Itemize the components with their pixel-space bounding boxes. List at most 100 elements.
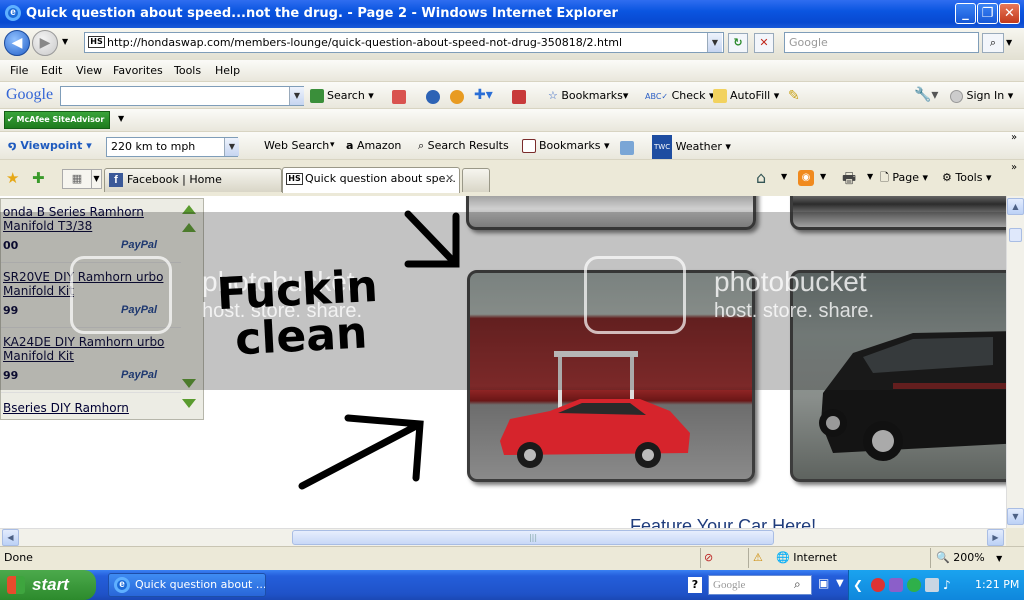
add-button-icon[interactable]: ✚▾ — [474, 87, 493, 103]
menu-favorites[interactable]: Favorites — [113, 60, 163, 82]
protected-mode-icon[interactable]: ⚠ — [753, 547, 763, 569]
tools-menu-button[interactable]: ⚙ Tools ▾ — [942, 167, 992, 189]
vertical-scrollbar[interactable]: ▲ ▼ — [1006, 196, 1024, 528]
menu-file[interactable]: File — [10, 60, 28, 82]
scroll-left-button[interactable]: ◀ — [2, 529, 19, 546]
highlighter-icon[interactable]: ✎ — [788, 88, 800, 104]
scroll-up-button[interactable]: ▲ — [1007, 198, 1024, 215]
search-results-button[interactable]: ⌕ Search Results — [418, 135, 509, 157]
autofill-button[interactable]: AutoFill ▾ — [713, 85, 779, 107]
back-button[interactable]: ◀ — [4, 30, 30, 56]
home-icon[interactable]: ⌂ — [756, 168, 766, 187]
popup-blocker-icon[interactable] — [512, 90, 526, 104]
wrench-icon[interactable]: 🔧▾ — [914, 87, 938, 103]
status-text: Done — [4, 551, 33, 564]
viewpoint-field-dropdown-icon[interactable]: ▼ — [224, 138, 239, 156]
horizontal-scrollbar[interactable]: ◀ ||| ▶ — [0, 528, 1006, 546]
google-logo[interactable]: Google — [6, 86, 53, 104]
add-favorites-icon[interactable]: ✚ — [32, 169, 45, 187]
spell-check-button[interactable]: ABC✓ Check ▾ — [645, 85, 714, 108]
menu-help[interactable]: Help — [215, 60, 240, 82]
viewpoint-logo[interactable]: ໑ Viewpoint ▾ — [8, 135, 92, 157]
clock[interactable]: 1:21 PM — [975, 570, 1019, 600]
taskbar-menu-icon[interactable]: ▣ — [818, 576, 829, 590]
google-field-dropdown-icon[interactable]: ▼ — [289, 87, 304, 105]
zoom-control[interactable]: 🔍 200% ▼ — [936, 547, 1002, 570]
google-search-field[interactable] — [60, 86, 304, 106]
popup-blocked-icon[interactable]: ⊘ — [704, 547, 713, 569]
tray-monitor-icon[interactable] — [925, 578, 939, 592]
history-dropdown-icon[interactable]: ▼ — [62, 37, 68, 46]
feeds-dropdown-icon[interactable]: ▼ — [820, 172, 826, 181]
start-button[interactable]: start — [0, 570, 96, 600]
photobucket-watermark: photobucket host. store. share. — [714, 266, 874, 323]
tab-list-dropdown-icon[interactable]: ▼ — [91, 169, 102, 189]
product-link[interactable]: Bseries DIY Ramhorn — [3, 401, 173, 415]
command-overflow-icon[interactable]: » — [1011, 162, 1017, 173]
print-icon[interactable]: 🖶 — [842, 168, 856, 193]
viewpoint-search-input[interactable]: 220 km to mph — [106, 137, 238, 157]
news-icon[interactable] — [392, 90, 406, 104]
tab-facebook[interactable]: f Facebook | Home — [104, 168, 282, 192]
taskbar-options-icon[interactable]: ▼ — [836, 578, 844, 589]
scroll-down-button[interactable]: ▼ — [1007, 508, 1024, 525]
help-icon[interactable]: ? — [688, 577, 702, 593]
close-tab-icon[interactable]: ✕ — [445, 168, 454, 190]
zoom-dropdown-icon[interactable]: ▼ — [996, 554, 1002, 563]
viewpoint-toolbar: ໑ Viewpoint ▾ 220 km to mph ▼ Web Search… — [0, 132, 1024, 160]
google-bookmarks-button[interactable]: ☆ Bookmarks▾ — [548, 85, 628, 107]
web-search-dropdown-icon[interactable]: ▾ — [330, 140, 335, 150]
tray-antivirus-icon[interactable] — [871, 578, 885, 592]
menu-tools[interactable]: Tools — [174, 60, 201, 82]
url-field[interactable]: HS http://hondaswap.com/members-lounge/q… — [84, 32, 724, 53]
picasa-icon[interactable] — [450, 90, 464, 104]
rss-feeds-icon[interactable]: ◉ — [798, 170, 814, 186]
tray-volume-icon[interactable]: ♪ — [943, 570, 951, 600]
browser-search-input[interactable]: Google — [784, 32, 979, 53]
taskbar-ie-window-button[interactable]: e Quick question about ... — [108, 573, 266, 597]
mcafee-siteadvisor-button[interactable]: ✔ McAfee SiteAdvisor — [4, 111, 110, 129]
new-tab-button[interactable] — [462, 168, 490, 192]
viewpoint-bookmarks-button[interactable]: Bookmarks ▾ — [522, 135, 610, 157]
tab-quick-question[interactable]: HS Quick question about spe... ✕ — [282, 167, 460, 193]
globe-icon[interactable] — [426, 90, 440, 104]
url-dropdown-icon[interactable]: ▼ — [707, 33, 722, 52]
search-options-icon[interactable]: ▼ — [1006, 38, 1012, 47]
print-dropdown-icon[interactable]: ▼ — [867, 172, 873, 181]
tray-app-icon[interactable] — [889, 578, 903, 592]
vertical-scroll-thumb[interactable] — [1009, 228, 1022, 242]
globe-zone-icon: 🌐 — [776, 551, 790, 564]
toolbar-overflow-icon[interactable]: » — [1011, 132, 1017, 143]
search-magnifier-icon[interactable]: ⌕ — [982, 33, 1004, 53]
horizontal-scroll-thumb[interactable]: ||| — [292, 530, 774, 545]
home-dropdown-icon[interactable]: ▼ — [781, 172, 787, 181]
menu-view[interactable]: View — [76, 60, 102, 82]
web-search-button[interactable]: Web Search — [264, 135, 329, 157]
close-button[interactable]: ✕ — [999, 3, 1020, 24]
mcafee-dropdown-icon[interactable]: ▼ — [118, 114, 124, 123]
scroll-down-arrow-icon[interactable] — [182, 399, 196, 408]
search-results-label: Search Results — [427, 139, 509, 152]
highlight-tool-icon[interactable] — [620, 141, 634, 155]
feature-your-car-link[interactable]: Feature Your Car Here! — [630, 516, 816, 528]
weather-button[interactable]: TWC Weather ▾ — [652, 135, 731, 159]
forward-button[interactable]: ▶ — [32, 30, 58, 56]
amazon-button[interactable]: a Amazon — [346, 135, 401, 157]
menu-edit[interactable]: Edit — [41, 60, 62, 82]
refresh-icon[interactable]: ↻ — [728, 33, 748, 53]
quick-tabs-icon[interactable]: ▦ — [62, 169, 92, 189]
favorites-star-icon[interactable]: ★ — [6, 169, 19, 187]
tray-expand-icon[interactable]: ❮ — [853, 570, 863, 600]
internet-zone[interactable]: 🌐 Internet — [776, 547, 837, 569]
page-menu-button[interactable]: 🗋 Page ▾ — [880, 167, 928, 189]
list-item[interactable]: Bseries DIY Ramhorn — [1, 395, 181, 419]
scroll-right-button[interactable]: ▶ — [987, 529, 1004, 546]
stop-icon[interactable]: ✕ — [754, 33, 774, 53]
maximize-button[interactable]: ❐ — [977, 3, 998, 24]
tray-network-icon[interactable] — [907, 578, 921, 592]
minimize-button[interactable]: _ — [955, 3, 976, 24]
google-search-button[interactable]: Search ▾ — [310, 85, 374, 107]
sign-in-button[interactable]: Sign In ▾ — [950, 85, 1013, 107]
viewpoint-label: Viewpoint — [20, 139, 83, 152]
taskbar-search-icon[interactable]: ⌕ — [794, 577, 801, 592]
